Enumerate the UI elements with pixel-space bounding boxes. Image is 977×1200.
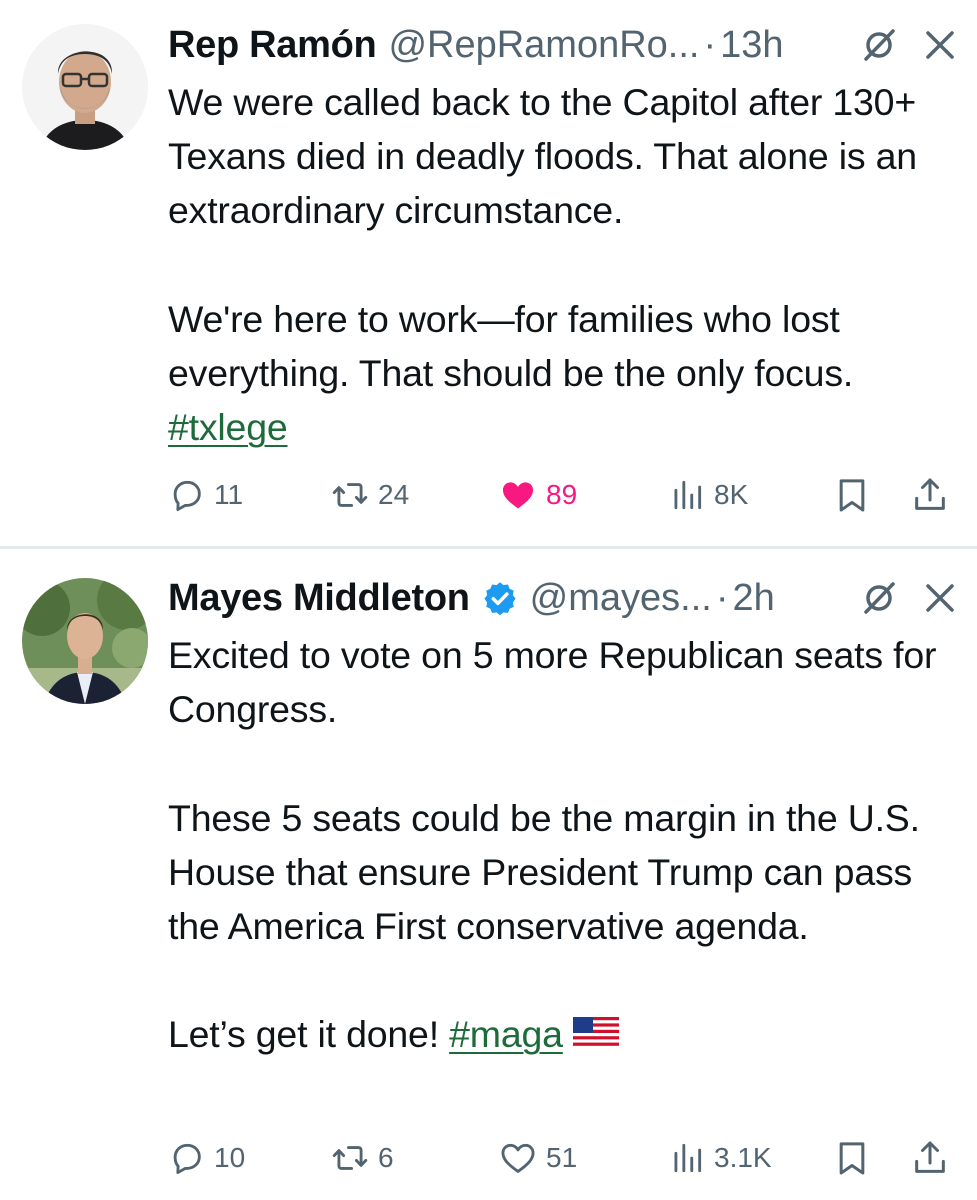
tweet-text: Excited to vote on 5 more Republican sea… [168,628,957,1062]
handle[interactable]: @RepRamonRo... [388,20,699,70]
hashtag-link[interactable]: #maga [449,1013,563,1055]
like-count: 51 [546,1142,578,1173]
repost-button[interactable]: 24 [330,470,409,520]
like-icon [502,482,534,509]
reply-button[interactable]: 11 [168,470,243,520]
repost-count: 24 [378,479,410,510]
avatar[interactable] [22,578,148,704]
verified-badge-icon[interactable] [482,580,518,616]
tweet-header: Rep Ramón @RepRamonRo... · 13h [168,20,957,70]
display-name[interactable]: Mayes Middleton [168,573,470,623]
tweet-paragraph: We were called back to the Capitol after… [168,81,917,232]
timestamp[interactable]: 2h [732,573,774,623]
views-button[interactable]: 8K [668,470,748,520]
tweet-paragraph: Let’s get it done! #maga [168,1007,957,1061]
like-icon [501,1143,535,1173]
reply-count: 11 [214,479,244,510]
grok-icon[interactable] [859,578,899,618]
share-button[interactable] [910,1133,950,1183]
share-button[interactable] [910,470,950,520]
tweet-paragraph: These 5 seats could be the margin in the… [168,796,920,947]
bookmark-icon [839,1142,865,1175]
tweet-paragraph: Excited to vote on 5 more Republican sea… [168,634,937,731]
close-icon[interactable] [923,581,957,615]
views-count: 8K [714,479,749,510]
like-count: 89 [546,479,578,510]
share-icon [915,478,945,510]
views-icon [674,480,702,510]
like-button[interactable]: 89 [498,470,577,520]
separator-dot: · [703,24,717,66]
tweet-header: Mayes Middleton @mayes... · 2h [168,573,957,623]
repost-button[interactable]: 6 [330,1133,394,1183]
us-flag-emoji [572,1017,619,1050]
closing-text: Let’s get it done! [168,1013,450,1056]
reply-icon [173,480,201,511]
reply-icon [173,1143,201,1174]
action-bar: 11 24 89 8K [168,470,958,520]
repost-icon [332,483,368,507]
tweet-text: We were called back to the Capitol after… [168,75,957,454]
repost-icon [332,1146,368,1170]
separator-dot: · [715,577,729,619]
avatar[interactable] [22,24,148,150]
bookmark-button[interactable] [832,470,872,520]
share-icon [915,1141,945,1173]
tweet-card[interactable]: Mayes Middleton @mayes... · 2h Excited t… [0,550,977,1200]
bookmark-icon [839,479,865,512]
tweet-card[interactable]: Rep Ramón @RepRamonRo... · 13h We were c… [0,0,977,546]
tweet-paragraph: We're here to work—for families who lost… [168,292,957,455]
reply-button[interactable]: 10 [168,1133,245,1183]
bookmark-button[interactable] [832,1133,872,1183]
divider [0,546,977,549]
like-button[interactable]: 51 [498,1133,577,1183]
tweet-paragraph-text: We're here to work—for families who lost… [168,297,854,394]
views-count: 3.1K [714,1142,772,1173]
repost-count: 6 [378,1142,394,1173]
hashtag-link[interactable]: #txlege [168,406,288,448]
grok-icon[interactable] [859,25,899,65]
display-name[interactable]: Rep Ramón [168,20,377,70]
reply-count: 10 [214,1142,246,1173]
close-icon[interactable] [923,28,957,62]
handle[interactable]: @mayes... [530,573,712,623]
timestamp[interactable]: 13h [720,20,783,70]
views-button[interactable]: 3.1K [668,1133,772,1183]
action-bar: 10 6 51 3.1K [168,1133,958,1183]
views-icon [674,1143,702,1173]
